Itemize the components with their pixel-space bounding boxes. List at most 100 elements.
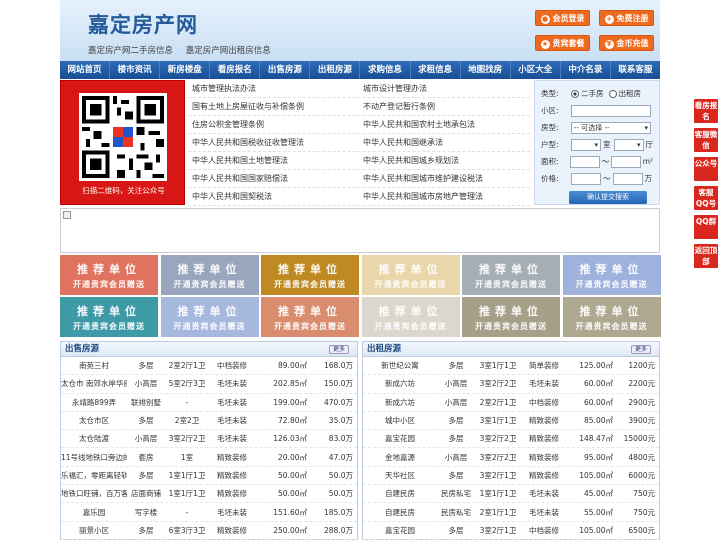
hall-select[interactable] (613, 138, 644, 151)
listing-row[interactable]: 嘉宝花园 多层 3室2厅1卫 中档装修 105.00㎡ 6500元 (363, 522, 659, 540)
listing-name[interactable]: 丽景小区 (61, 525, 127, 536)
recommended-unit-slot[interactable]: 推荐单位 开通贵宾会员赠送 (361, 255, 460, 295)
price-min-input[interactable] (571, 172, 601, 185)
recommended-unit-slot[interactable]: 推荐单位 开通贵宾会员赠送 (160, 255, 259, 295)
community-input[interactable] (571, 104, 651, 117)
listing-name[interactable]: 永靖路899弄 (61, 397, 127, 408)
recommended-unit-slot[interactable]: 推荐单位 开通贵宾会员赠送 (60, 255, 158, 295)
listing-name[interactable]: 新世纪公寓 (363, 360, 437, 371)
listing-name[interactable]: 地铁口旺铺，百万客流 (61, 488, 127, 499)
nav-item[interactable]: 求租信息 (411, 61, 461, 79)
recommended-unit-slot[interactable]: 推荐单位 开通贵宾会员赠送 (562, 255, 661, 295)
listing-row[interactable]: 新成六坊 小高层 3室2厅2卫 毛坯未装 60.00㎡ 2200元 (363, 375, 659, 394)
site-logo[interactable]: 嘉定房产网 (88, 9, 198, 39)
listing-name[interactable]: 太仓市区 (61, 415, 127, 426)
sell-more-button[interactable]: 更多 (328, 345, 349, 354)
nav-item[interactable]: 小区大全 (511, 61, 561, 79)
listing-row[interactable]: 乐福汇，零距离轻轨交 多层 1室1厅1卫 精致装修 50.00㎡ 50.0万 (61, 467, 357, 486)
wechat-service-tab[interactable]: 客服微信 (694, 128, 718, 152)
law-link[interactable]: 中华人民共和国继承法 (359, 134, 530, 151)
rent-more-button[interactable]: 更多 (630, 345, 651, 354)
listing-name[interactable]: 自建民房 (363, 488, 437, 499)
listing-row[interactable]: 自建民房 民房私宅 2室1厅1卫 毛坯未装 55.00㎡ 750元 (363, 503, 659, 522)
listing-name[interactable]: 乐福汇，零距离轻轨交 (61, 470, 127, 481)
listing-row[interactable]: 太仓市区 多层 2室2卫 毛坯未装 72.80㎡ 35.0万 (61, 412, 357, 431)
recommended-unit-slot[interactable]: 推荐单位 开通贵宾会员赠送 (562, 297, 661, 337)
room-select[interactable] (571, 138, 601, 151)
area-min-input[interactable] (570, 155, 600, 168)
listing-name[interactable]: 嘉宝花园 (363, 525, 437, 536)
law-link[interactable]: 中华人民共和国城乡规划法 (359, 152, 530, 169)
nav-item[interactable]: 出租房源 (310, 61, 361, 79)
recommended-unit-slot[interactable]: 推荐单位 开通贵宾会员赠送 (261, 255, 359, 295)
listing-row[interactable]: 金地嘉源 小高层 3室2厅2卫 精致装修 95.00㎡ 4800元 (363, 448, 659, 467)
nav-item[interactable]: 网站首页 (60, 61, 111, 79)
law-link[interactable]: 城市设计管理办法 (359, 80, 530, 97)
listing-row[interactable]: 永靖路899弄 联排别墅 - 毛坯未装 199.00㎡ 470.0万 (61, 394, 357, 412)
price-max-input[interactable] (612, 172, 643, 185)
recommended-unit-slot[interactable]: 推荐单位 开通贵宾会员赠送 (462, 297, 560, 337)
listing-name[interactable]: 嘉宝花园 (363, 433, 437, 444)
listing-name[interactable]: 城中小区 (363, 415, 437, 426)
law-link[interactable]: 不动产登记暂行条例 (359, 98, 530, 115)
law-link[interactable]: 中华人民共和国城市维护建设税法 (359, 170, 530, 187)
nav-item[interactable]: 出售房源 (260, 61, 311, 79)
nav-item[interactable]: 新房楼盘 (160, 61, 211, 79)
qq-service-tab[interactable]: 客服QQ号 (694, 186, 718, 210)
nav-item[interactable]: 联系客服 (611, 61, 660, 79)
register-button[interactable]: + 免费注册 (599, 10, 654, 26)
listing-row[interactable]: 嘉宝花园 多层 3室2厅2卫 精致装修 148.47㎡ 15000元 (363, 430, 659, 449)
law-link[interactable]: 中华人民共和国契税法 (188, 188, 359, 205)
nav-item[interactable]: 看房报名 (210, 61, 261, 79)
listing-row[interactable]: 丽景小区 多层 6室3厅3卫 精致装修 250.00㎡ 288.0万 (61, 522, 357, 540)
listing-row[interactable]: 天华社区 多层 3室2厅1卫 精致装修 105.00㎡ 6000元 (363, 467, 659, 486)
listing-name[interactable]: 新成六坊 (363, 378, 437, 389)
sub-link-rent[interactable]: 嘉定房产网出租房信息 (186, 46, 271, 56)
law-link[interactable]: 中华人民共和国土地管理法 (188, 152, 359, 169)
listing-row[interactable]: 太仓市 南郊水岸华府 小高层 5室2厅3卫 毛坯未装 202.85㎡ 150.0万 (61, 375, 357, 394)
listing-name[interactable]: 新成六坊 (363, 397, 437, 408)
listing-row[interactable]: 新世纪公寓 多层 3室1厅1卫 简单装修 125.00㎡ 1200元 (363, 357, 659, 376)
vip-package-button[interactable]: ★ 贵宾套餐 (535, 35, 590, 51)
recommended-unit-slot[interactable]: 推荐单位 开通贵宾会员赠送 (261, 297, 359, 337)
listing-row[interactable]: 南苑三村 多层 2室2厅1卫 中档装修 89.00㎡ 168.0万 (61, 357, 357, 376)
recommended-unit-slot[interactable]: 推荐单位 开通贵宾会员赠送 (462, 255, 560, 295)
listing-name[interactable]: 自建民房 (363, 507, 437, 518)
law-link[interactable]: 中华人民共和国税收征收管理法 (188, 134, 359, 151)
law-link[interactable]: 中华人民共和国城市房地产管理法 (359, 188, 530, 205)
law-link[interactable]: 住房公积金管理条例 (188, 116, 359, 133)
banner-image[interactable] (60, 208, 660, 253)
recommended-unit-slot[interactable]: 推荐单位 开通贵宾会员赠送 (60, 297, 158, 337)
listing-row[interactable]: 11号线地铁口旁边的 套房 1室 精致装修 20.00㎡ 47.0万 (61, 448, 357, 467)
law-link[interactable]: 中华人民共和国农村土地承包法 (359, 116, 530, 133)
law-link[interactable]: 国有土地上房屋征收与补偿条例 (188, 98, 359, 115)
nav-item[interactable]: 求购信息 (360, 61, 411, 79)
recommended-unit-slot[interactable]: 推荐单位 开通贵宾会员赠送 (361, 297, 460, 337)
search-submit-button[interactable]: 确认提交搜索 (569, 191, 647, 204)
sub-link-sell[interactable]: 嘉定房产网二手房信息 (88, 46, 173, 56)
listing-row[interactable]: 新成六坊 小高层 2室2厅1卫 中档装修 60.00㎡ 2900元 (363, 394, 659, 412)
listing-row[interactable]: 城中小区 多层 3室1厅1卫 精致装修 85.00㎡ 3900元 (363, 412, 659, 431)
listing-row[interactable]: 嘉乐园 写字楼 - 毛坯未装 151.60㎡ 185.0万 (61, 503, 357, 522)
listing-name[interactable]: 嘉乐园 (61, 507, 127, 518)
listing-name[interactable]: 天华社区 (363, 470, 437, 481)
qq-group-tab[interactable]: QQ群 (694, 215, 718, 239)
type-radio-rent[interactable] (608, 89, 617, 98)
law-link[interactable]: 中华人民共和国国家赔偿法 (188, 170, 359, 187)
listing-row[interactable]: 太仓陆渡 小高层 3室2厅2卫 毛坯未装 126.03㎡ 83.0万 (61, 430, 357, 449)
nav-item[interactable]: 楼市资讯 (110, 61, 161, 79)
back-to-top-tab[interactable]: 返回顶部 (694, 244, 718, 268)
official-account-tab[interactable]: 公众号 (694, 157, 718, 181)
listing-name[interactable]: 金地嘉源 (363, 452, 437, 463)
listing-name[interactable]: 南苑三村 (61, 360, 127, 371)
area-max-input[interactable] (611, 155, 641, 168)
listing-name[interactable]: 11号线地铁口旁边的 (61, 452, 127, 463)
listing-name[interactable]: 太仓市 南郊水岸华府 (61, 378, 127, 389)
law-link[interactable]: 城市管理执法办法 (188, 80, 359, 97)
type-radio-sale[interactable] (571, 89, 579, 98)
listing-name[interactable]: 太仓陆渡 (61, 433, 127, 444)
nav-item[interactable]: 地图找房 (461, 61, 511, 79)
house-type-select[interactable]: -- 可选择 -- (571, 121, 651, 134)
recharge-button[interactable]: ¥ 金币充值 (599, 35, 654, 51)
listing-row[interactable]: 自建民房 民房私宅 1室1厅1卫 毛坯未装 45.00㎡ 750元 (363, 485, 659, 504)
